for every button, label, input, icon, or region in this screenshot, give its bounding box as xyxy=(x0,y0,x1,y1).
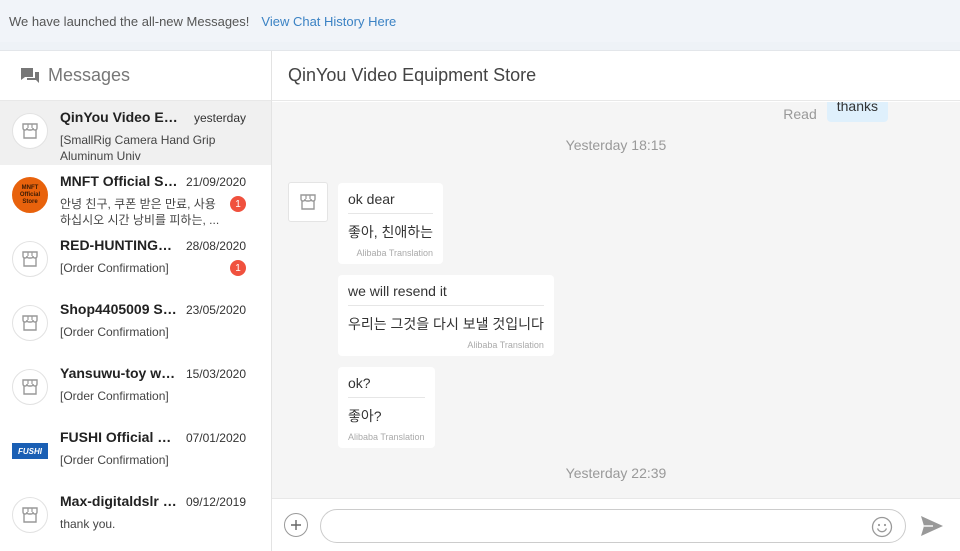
conversation-item[interactable]: FUSHI FUSHI Official St... 07/01/2020 [O… xyxy=(0,421,271,485)
translation-attribution: Alibaba Translation xyxy=(467,340,544,350)
conversation-name: RED-HUNTING4 ... xyxy=(60,237,178,253)
conversation-date: 15/03/2020 xyxy=(185,367,246,381)
message-composer xyxy=(272,498,960,551)
own-message-row: Read thanks xyxy=(783,102,888,122)
shop-icon xyxy=(22,251,38,267)
messages-app: Messages QinYou Video Equi... yesterday … xyxy=(0,50,960,551)
translation-attribution: Alibaba Translation xyxy=(348,432,425,442)
message-translation: 좋아, 친애하는 xyxy=(348,224,434,240)
conversation-preview: [Order Confirmation] xyxy=(60,261,169,275)
conversation-preview: [Order Confirmation] xyxy=(60,453,169,467)
shop-avatar xyxy=(12,497,48,533)
conversation-list: QinYou Video Equi... yesterday [SmallRig… xyxy=(0,101,271,549)
add-attachment-button[interactable] xyxy=(284,513,308,537)
conversation-date: 21/09/2020 xyxy=(185,175,246,189)
conversation-name: Shop4405009 St... xyxy=(60,301,178,317)
shop-icon xyxy=(22,379,38,395)
conversation-date: 09/12/2019 xyxy=(185,495,246,509)
sidebar-header: Messages xyxy=(0,51,271,101)
message-original: ok dear xyxy=(348,191,434,214)
conversation-date: yesterday xyxy=(193,111,246,125)
conversation-name: FUSHI Official St... xyxy=(60,429,178,445)
conversation-preview: 안녕 친구, 쿠폰 받은 만료, 사용하십시오 시간 낭비를 피하는, ... xyxy=(60,197,220,227)
conversation-date: 07/01/2020 xyxy=(185,431,246,445)
timestamp: Yesterday 18:15 xyxy=(565,137,667,153)
conversation-preview: [Order Confirmation] xyxy=(60,325,169,339)
conversation-date: 23/05/2020 xyxy=(185,303,246,317)
message-bubble: we will resend it 우리는 그것을 다시 보낼 것입니다 Ali… xyxy=(338,275,554,356)
own-message-bubble: thanks xyxy=(826,102,888,122)
shop-icon xyxy=(22,123,38,139)
banner-message: We have launched the all-new Messages! xyxy=(9,13,250,29)
message-translation: 좋아? xyxy=(348,408,382,424)
message-bubble: ok dear 좋아, 친애하는 Alibaba Translation xyxy=(338,183,444,264)
message-input-box xyxy=(320,509,906,543)
read-receipt: Read xyxy=(783,106,817,122)
conversation-preview: [Order Confirmation] xyxy=(60,389,169,403)
conversation-item[interactable]: Yansuwu-toy wo... 15/03/2020 [Order Conf… xyxy=(0,357,271,421)
mnft-logo: MNFT Official Store xyxy=(12,177,48,213)
shop-avatar xyxy=(12,305,48,341)
conversation-name: Yansuwu-toy wo... xyxy=(60,365,178,381)
conversation-preview: thank you. xyxy=(60,517,116,531)
announcement-banner: We have launched the all-new Messages! V… xyxy=(0,0,960,42)
sidebar-title: Messages xyxy=(48,65,131,85)
conversation-name: QinYou Video Equi... xyxy=(60,109,178,125)
plus-icon xyxy=(291,520,301,530)
message-original: we will resend it xyxy=(348,283,544,306)
view-chat-history-link[interactable]: View Chat History Here xyxy=(261,14,396,29)
message-thread[interactable]: Read thanks Yesterday 18:15 ok dear 좋아, … xyxy=(272,102,960,498)
chat-title: QinYou Video Equipment Store xyxy=(272,51,960,101)
conversation-preview: [SmallRig Camera Hand Grip Aluminum Univ xyxy=(60,133,216,163)
message-bubble: ok? 좋아? Alibaba Translation xyxy=(338,367,435,448)
conversation-item[interactable]: QinYou Video Equi... yesterday [SmallRig… xyxy=(0,101,271,165)
send-icon[interactable] xyxy=(920,515,944,537)
fushi-logo-text: FUSHI xyxy=(12,443,48,459)
timestamp: Yesterday 22:39 xyxy=(565,465,667,481)
conversation-name: Max-digitaldslr S... xyxy=(60,493,178,509)
conversation-date: 28/08/2020 xyxy=(185,239,246,253)
conversation-item[interactable]: Max-digitaldslr S... 09/12/2019 thank yo… xyxy=(0,485,271,549)
translation-attribution: Alibaba Translation xyxy=(356,248,434,258)
shop-icon xyxy=(300,194,316,210)
unread-badge: 1 xyxy=(230,260,246,276)
conversation-item[interactable]: Shop4405009 St... 23/05/2020 [Order Conf… xyxy=(0,293,271,357)
message-input[interactable] xyxy=(321,510,861,542)
chat-panel: QinYou Video Equipment Store Read thanks… xyxy=(272,51,960,551)
shop-icon xyxy=(22,315,38,331)
message-original: ok? xyxy=(348,375,425,398)
conversation-sidebar: Messages QinYou Video Equi... yesterday … xyxy=(0,51,272,551)
mnft-logo-text: MNFT Official Store xyxy=(19,184,41,205)
conversation-name: MNFT Official St... xyxy=(60,173,178,189)
unread-badge: 1 xyxy=(230,196,246,212)
fushi-logo: FUSHI xyxy=(12,433,48,469)
shop-avatar xyxy=(12,241,48,277)
chat-bubbles-icon xyxy=(21,67,39,83)
conversation-item[interactable]: MNFT Official Store MNFT Official St... … xyxy=(0,165,271,229)
message-translation: 우리는 그것을 다시 보낼 것입니다 xyxy=(348,316,544,332)
store-avatar xyxy=(288,182,328,222)
conversation-item[interactable]: RED-HUNTING4 ... 28/08/2020 [Order Confi… xyxy=(0,229,271,293)
shop-avatar xyxy=(12,113,48,149)
emoji-icon[interactable] xyxy=(871,516,893,538)
shop-icon xyxy=(22,507,38,523)
shop-avatar xyxy=(12,369,48,405)
